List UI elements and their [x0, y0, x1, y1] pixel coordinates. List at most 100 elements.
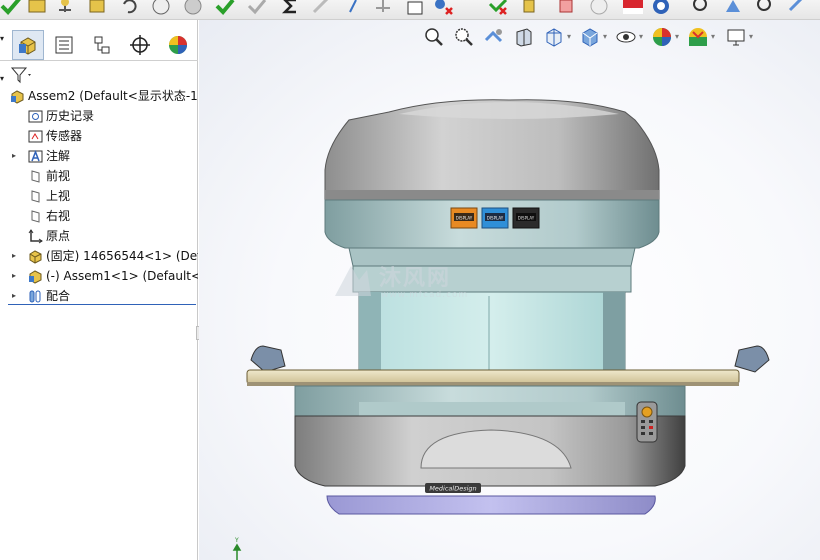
subassembly-icon — [29, 270, 42, 284]
options-icon[interactable] — [650, 0, 672, 16]
tree-end-marker — [8, 304, 196, 305]
display-style-icon[interactable] — [579, 26, 601, 48]
triad-y-label: Y — [234, 537, 239, 544]
annotation-icon — [28, 149, 43, 163]
expand-arrow-icon[interactable]: ▸ — [12, 286, 16, 306]
left-edge-tick: ▾ — [0, 74, 5, 83]
zoom-to-area-icon[interactable] — [453, 26, 475, 48]
tree-item-annotations[interactable]: ▸ 注解 — [0, 146, 198, 166]
patient-table — [246, 369, 740, 385]
table-rail-left — [250, 345, 286, 373]
tab-dimxpert-manager[interactable] — [124, 30, 156, 60]
display-style-icon[interactable] — [182, 0, 204, 16]
zoom-fit-icon[interactable] — [690, 0, 712, 16]
measure-icon[interactable] — [310, 0, 332, 16]
hide-show-dropdown-icon[interactable]: ▾ — [639, 32, 643, 41]
zoom-area-icon[interactable] — [722, 0, 744, 16]
sensor-icon — [28, 130, 43, 143]
expand-arrow-icon[interactable]: ▸ — [12, 266, 16, 286]
previous-view-icon[interactable] — [483, 26, 505, 48]
check-icon[interactable] — [214, 0, 236, 16]
tree-item-history[interactable]: 历史记录 — [0, 106, 198, 126]
zoom-in-icon[interactable] — [754, 0, 776, 16]
sketch-icon[interactable] — [344, 0, 366, 16]
apply-scene-icon[interactable] — [687, 26, 709, 48]
hide-show-items-icon[interactable] — [615, 26, 637, 48]
undo-icon[interactable] — [118, 0, 140, 16]
rebuild-icon[interactable] — [150, 0, 172, 16]
tab-feature-manager[interactable] — [12, 30, 44, 60]
pendant-knob — [641, 406, 653, 418]
tree-item-label: 上视 — [46, 189, 71, 203]
appearance-dropdown-icon[interactable]: ▾ — [675, 32, 679, 41]
expand-arrow-icon[interactable]: ▸ — [12, 146, 16, 166]
part-icon — [29, 250, 42, 264]
rebuild-check-icon[interactable] — [588, 0, 610, 16]
confirm-check-icon[interactable] — [0, 0, 22, 16]
help-icon[interactable] — [404, 0, 426, 16]
tree-item-front-plane[interactable]: 前视 — [0, 166, 198, 186]
display-style-dropdown-icon[interactable]: ▾ — [603, 32, 607, 41]
exploded-view-icon[interactable] — [486, 0, 508, 16]
scene-dropdown-icon[interactable]: ▾ — [711, 32, 715, 41]
sigma-icon[interactable] — [280, 0, 302, 16]
solidworks-logo-icon[interactable] — [622, 0, 644, 16]
zoom-to-fit-icon[interactable] — [423, 26, 445, 48]
edit-appearance-icon[interactable] — [651, 26, 673, 48]
smart-mate-icon[interactable] — [26, 0, 48, 16]
tree-filter-button[interactable] — [10, 66, 40, 86]
view-settings-dropdown-icon[interactable]: ▾ — [749, 32, 753, 41]
plane-icon — [31, 170, 40, 183]
graphics-area[interactable]: DISPLAY DISPLAY DISPLAY MedicalDesign ▾ … — [199, 20, 820, 560]
tree-item-right-plane[interactable]: 右视 — [0, 206, 198, 226]
pendant-key — [641, 420, 645, 423]
insert-component-icon[interactable] — [86, 0, 108, 16]
check-outline-icon[interactable] — [246, 0, 268, 16]
display-blue-text: DISPLAY — [487, 216, 504, 221]
appearance-icon[interactable] — [556, 0, 578, 16]
top-cover-band — [325, 190, 659, 200]
tree-item-subassembly[interactable]: ▸ (-) Assem1<1> (Default<显 — [0, 266, 198, 286]
crosshair-icon — [130, 35, 150, 55]
watermark-logo-icon — [335, 266, 371, 296]
tree-item-sensors[interactable]: 传感器 — [0, 126, 198, 146]
display-manager-icon — [169, 36, 187, 54]
tab-property-manager[interactable] — [48, 30, 80, 60]
pendant-key — [649, 426, 653, 429]
pendant-key — [649, 432, 653, 435]
view-orientation-dropdown-icon[interactable]: ▾ — [567, 32, 571, 41]
triad-y-arrow — [232, 543, 242, 560]
property-manager-icon — [55, 36, 73, 54]
display-orange-text: DISPLAY — [456, 216, 473, 221]
tree-item-mates[interactable]: ▸ 配合 — [0, 286, 198, 306]
tab-display-manager[interactable] — [162, 30, 194, 60]
tree-item-top-plane[interactable]: 上视 — [0, 186, 198, 206]
tree-item-fixed-part[interactable]: ▸ (固定) 14656544<1> (Defa — [0, 246, 198, 266]
tree-item-label: 传感器 — [46, 129, 83, 143]
tab-configuration-manager[interactable] — [86, 30, 118, 60]
reference-geometry-icon[interactable] — [372, 0, 394, 16]
plane-icon — [31, 190, 40, 203]
history-icon — [28, 110, 43, 123]
expand-arrow-icon[interactable]: ▸ — [12, 246, 16, 266]
tree-item-label: 前视 — [46, 169, 71, 183]
left-edge-tick: ▾ — [0, 34, 5, 43]
pendant-key — [641, 432, 645, 435]
tree-item-label: 历史记录 — [46, 109, 95, 123]
configuration-manager-icon — [94, 36, 110, 54]
tree-item-label: (固定) 14656544<1> (Defa — [46, 249, 198, 263]
tree-root-assembly[interactable]: Assem2 (Default<显示状态-1 — [0, 86, 198, 106]
rotate-view-icon[interactable] — [786, 0, 808, 16]
pendant-key — [649, 420, 653, 423]
interference-icon[interactable] — [432, 0, 454, 16]
pin-icon[interactable] — [54, 0, 76, 16]
section-view-icon[interactable] — [513, 26, 535, 48]
base-platform — [326, 495, 656, 515]
view-orientation-icon[interactable] — [543, 26, 565, 48]
view-settings-icon[interactable] — [725, 26, 747, 48]
tab-separator — [0, 60, 198, 61]
bore-right-pillar — [603, 292, 625, 370]
section-view-icon[interactable] — [520, 0, 542, 16]
heads-up-view-toolbar: ▾ ▾ ▾ ▾ ▾ ▾ — [423, 22, 820, 50]
tree-item-origin[interactable]: 原点 — [0, 226, 198, 246]
